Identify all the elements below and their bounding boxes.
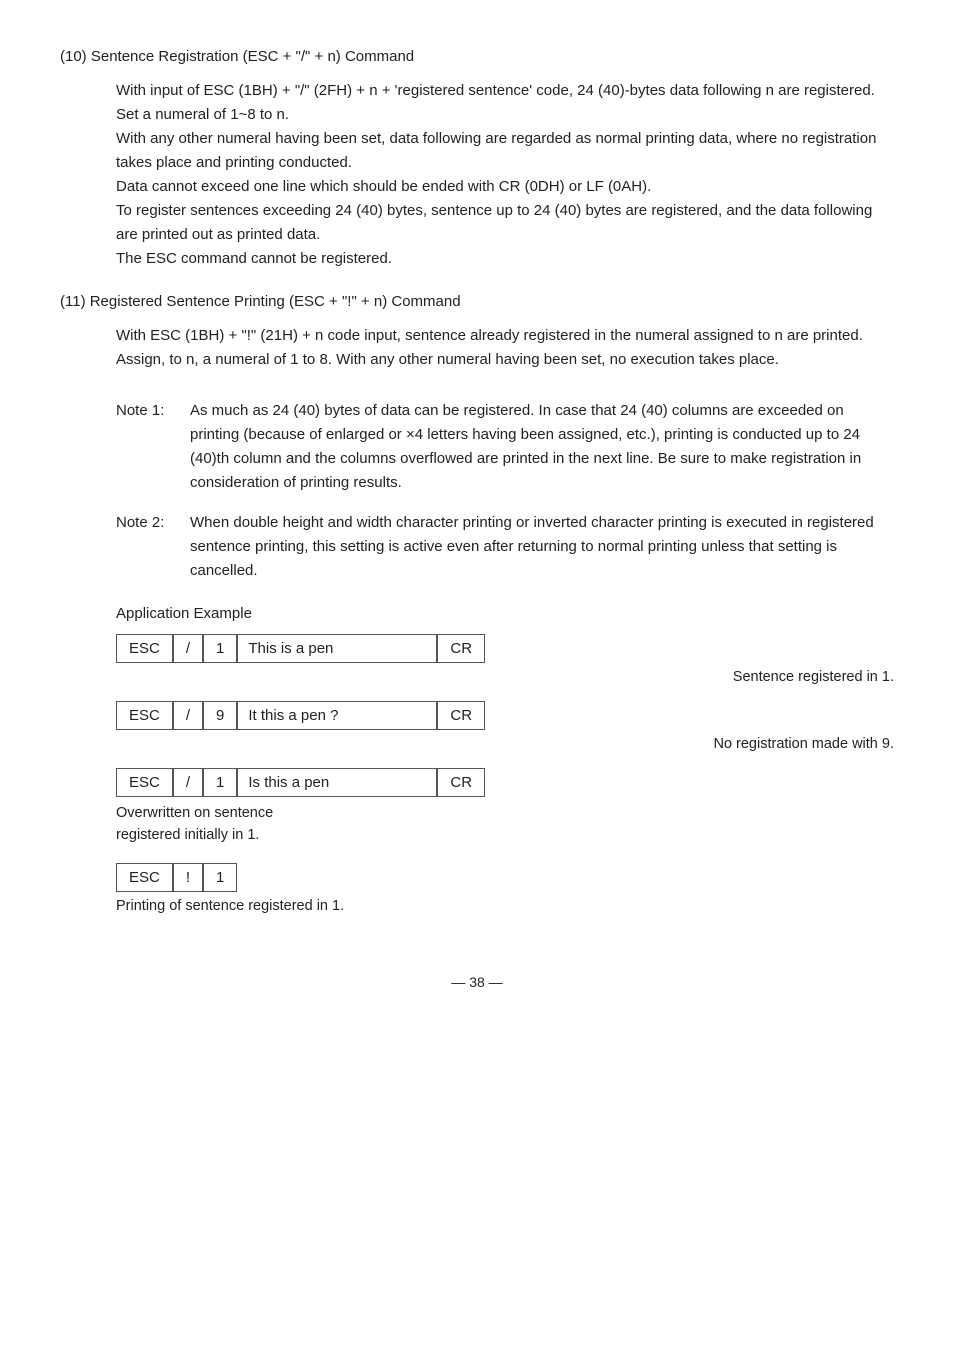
row2-esc: ESC xyxy=(116,701,173,730)
row2-note: No registration made with 9. xyxy=(116,736,894,752)
s10-p4: To register sentences exceeding 24 (40) … xyxy=(116,202,872,243)
row3-note: Overwritten on sentence registered initi… xyxy=(116,803,894,847)
row1-cr: CR xyxy=(437,634,485,663)
row2-slash: / xyxy=(173,701,203,730)
cmd-row-3: ESC / 1 Is this a pen CR xyxy=(116,768,894,797)
s10-p3: Data cannot exceed one line which should… xyxy=(116,178,651,195)
row1-num: 1 xyxy=(203,634,237,663)
section-10-title: (10) Sentence Registration (ESC + "/" + … xyxy=(60,48,894,65)
row3-cr: CR xyxy=(437,768,485,797)
s10-p1: With input of ESC (1BH) + "/" (2FH) + n … xyxy=(116,82,875,123)
row1-esc: ESC xyxy=(116,634,173,663)
s11-p2: Assign, to n, a numeral of 1 to 8. With … xyxy=(116,351,779,368)
section-11-body: With ESC (1BH) + "!" (21H) + n code inpu… xyxy=(116,324,894,372)
row3-slash: / xyxy=(173,768,203,797)
row2-cr: CR xyxy=(437,701,485,730)
row2-num: 9 xyxy=(203,701,237,730)
note-1-block: Note 1: As much as 24 (40) bytes of data… xyxy=(116,399,894,495)
app-example-label: Application Example xyxy=(116,605,894,622)
row2-text: It this a pen ? xyxy=(237,701,437,730)
row4-esc: ESC xyxy=(116,863,173,892)
section-11-title: (11) Registered Sentence Printing (ESC +… xyxy=(60,293,894,310)
row3-text: Is this a pen xyxy=(237,768,437,797)
cmd-row-4: ESC ! 1 xyxy=(116,863,894,892)
note-2-text: When double height and width character p… xyxy=(190,511,894,583)
page-footer: — 38 — xyxy=(60,974,894,990)
row1-text: This is a pen xyxy=(237,634,437,663)
row1-note: Sentence registered in 1. xyxy=(116,669,894,685)
note-2-block: Note 2: When double height and width cha… xyxy=(116,511,894,583)
cmd-row-1: ESC / 1 This is a pen CR xyxy=(116,634,894,663)
row3-esc: ESC xyxy=(116,768,173,797)
s10-p5: The ESC command cannot be registered. xyxy=(116,250,392,267)
section-10-body: With input of ESC (1BH) + "/" (2FH) + n … xyxy=(116,79,894,271)
row1-slash: / xyxy=(173,634,203,663)
note-1-label: Note 1: xyxy=(116,399,178,495)
row4-excl: ! xyxy=(173,863,203,892)
row3-num: 1 xyxy=(203,768,237,797)
cmd-row-2: ESC / 9 It this a pen ? CR xyxy=(116,701,894,730)
row4-note: Printing of sentence registered in 1. xyxy=(116,898,894,914)
note-2-label: Note 2: xyxy=(116,511,178,583)
note-1-text: As much as 24 (40) bytes of data can be … xyxy=(190,399,894,495)
row4-num: 1 xyxy=(203,863,237,892)
s10-p2: With any other numeral having been set, … xyxy=(116,130,876,171)
s11-p1: With ESC (1BH) + "!" (21H) + n code inpu… xyxy=(116,327,863,344)
